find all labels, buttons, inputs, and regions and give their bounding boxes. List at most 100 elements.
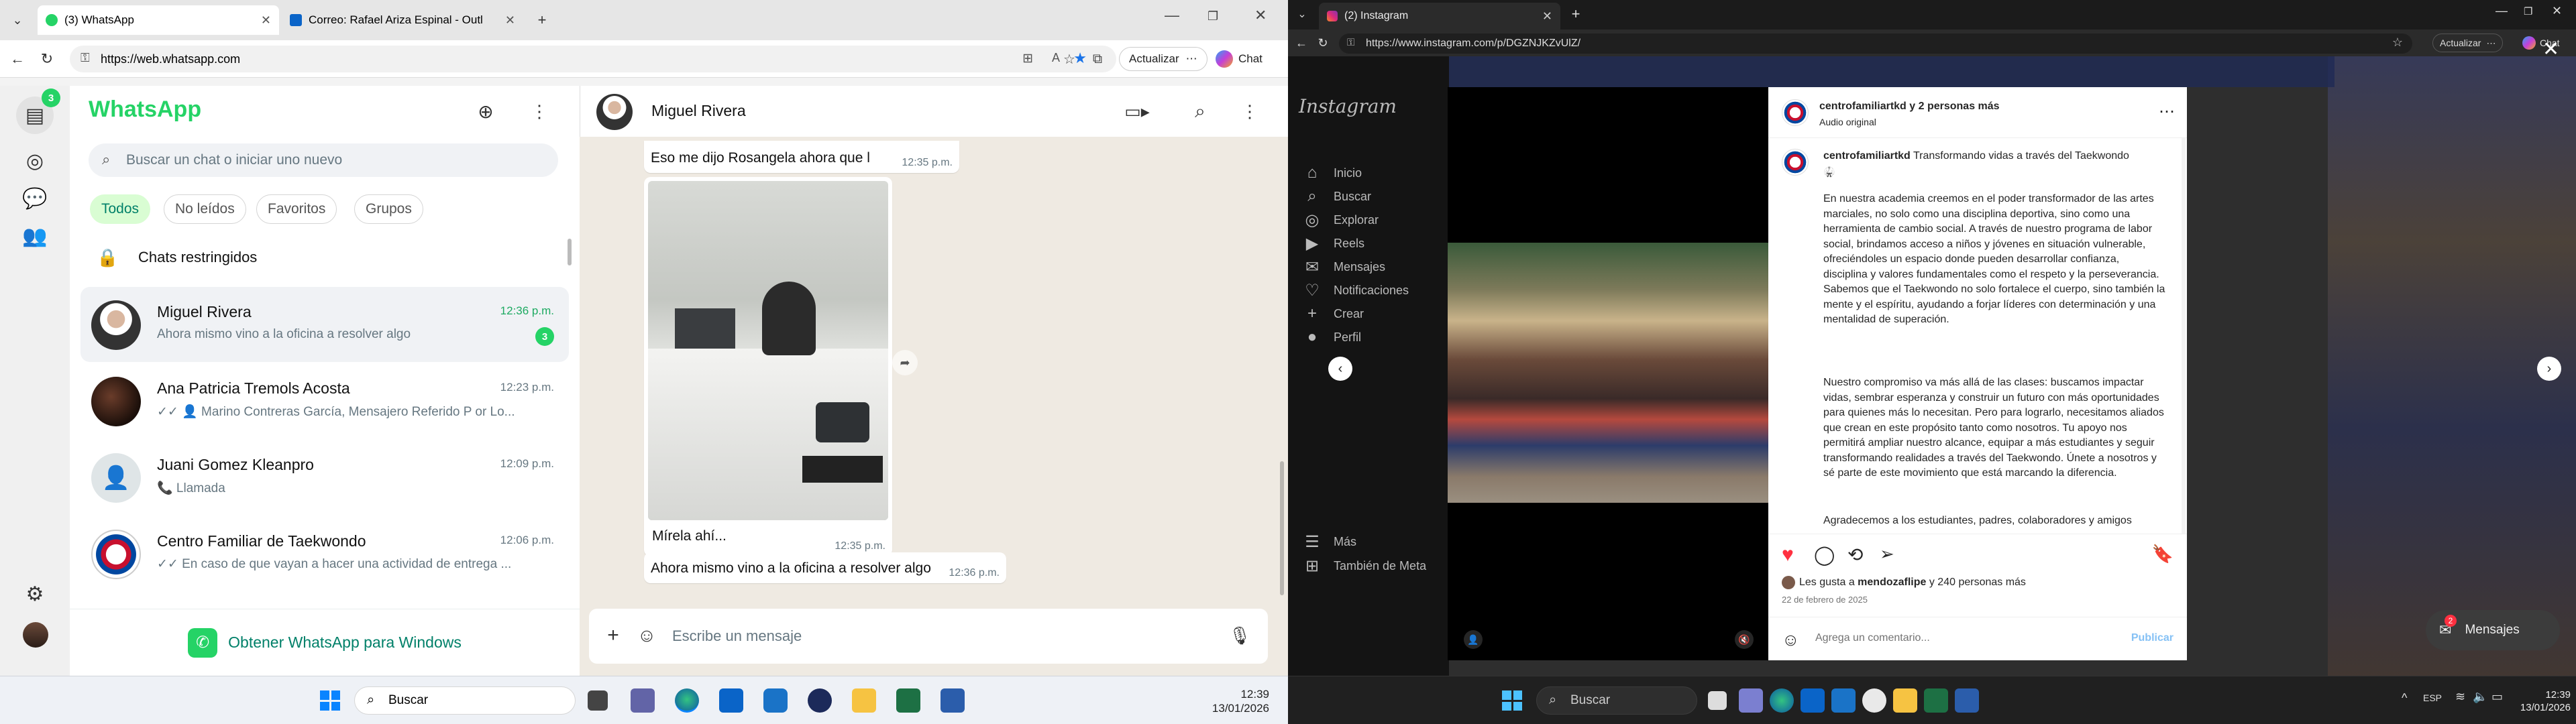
close-modal-icon[interactable]: ✕ [2542, 38, 2559, 61]
nav-reels[interactable]: ▶ Reels [1303, 234, 1364, 253]
outlook-icon[interactable] [1801, 688, 1825, 713]
instagram-logo[interactable]: Instagram [1299, 95, 1397, 117]
post-date[interactable]: 22 de febrero de 2025 [1782, 595, 1868, 605]
share-icon[interactable]: ➢ [1880, 544, 1894, 564]
chat-row-centro-familiar[interactable]: Centro Familiar de Taekwondo 12:06 p.m. … [80, 516, 569, 591]
task-view-icon[interactable] [1708, 691, 1727, 710]
nav-more[interactable]: ☰ Más [1303, 532, 1356, 552]
repost-icon[interactable]: ⟲ [1847, 544, 1863, 566]
new-tab-icon[interactable]: + [1566, 4, 1586, 24]
nav-profile[interactable]: ● Perfil [1303, 328, 1361, 347]
restricted-chats-row[interactable]: 🔒 Chats restringidos [97, 241, 257, 274]
taskbar-clock[interactable]: 12:39 13/01/2026 [1208, 687, 1269, 715]
excel-icon[interactable] [896, 688, 920, 713]
author-coauthors[interactable]: y 2 personas más [1907, 101, 1999, 112]
nav-explore[interactable]: ◎ Explorar [1303, 210, 1379, 230]
scrollbar[interactable] [568, 239, 572, 265]
site-info-icon[interactable]: ⚿ [1347, 37, 1354, 48]
tab-actions-icon[interactable]: ⌄ [1292, 4, 1312, 24]
emoji-icon[interactable]: ☺ [1782, 629, 1800, 650]
filter-unread[interactable]: No leídos [164, 194, 246, 224]
minimize-icon[interactable]: — [2496, 4, 2508, 18]
forward-icon[interactable]: ➦ [892, 350, 918, 375]
close-window-icon[interactable]: ✕ [1254, 7, 1267, 24]
chat-row-miguel-rivera[interactable]: Miguel Rivera 12:36 p.m. Ahora mismo vin… [80, 287, 569, 362]
contact-avatar[interactable] [596, 94, 633, 130]
channels-icon[interactable]: 💬 [20, 184, 50, 213]
post-options-icon[interactable]: ⋯ [2159, 102, 2175, 121]
collections-icon[interactable]: ⧉ [1087, 48, 1108, 70]
comment-input[interactable]: Agrega un comentario... [1815, 632, 1930, 644]
conversation-scrollbar[interactable] [1280, 461, 1284, 595]
publish-button[interactable]: Publicar [2131, 632, 2174, 644]
settings-gear-icon[interactable]: ⚙ [20, 579, 50, 609]
word-icon[interactable] [941, 688, 965, 713]
mute-icon[interactable]: 🔇 [1735, 630, 1754, 649]
photo-office[interactable] [648, 181, 888, 520]
teams-icon[interactable] [631, 688, 655, 713]
caption-username[interactable]: centrofamiliartkd [1823, 150, 1911, 162]
author-username[interactable]: centrofamiliartkd [1819, 101, 1907, 112]
search-icon[interactable]: ⌕ [1187, 98, 1214, 125]
app-icon[interactable] [1862, 688, 1886, 713]
post-media[interactable]: 👤 🔇 [1448, 87, 1768, 660]
video-call-icon[interactable]: ▭▸ [1117, 98, 1157, 125]
word-icon[interactable] [1955, 688, 1979, 713]
nav-search[interactable]: ⌕ Buscar [1303, 187, 1371, 206]
profile-avatar[interactable] [23, 622, 48, 648]
get-windows-app-banner[interactable]: ✆ Obtener WhatsApp para Windows [70, 609, 580, 676]
favorite-star-icon[interactable]: ☆ [2392, 36, 2403, 50]
save-icon[interactable]: 🔖 [2152, 544, 2174, 564]
likes-summary[interactable]: Les gusta a mendozaflipe y 240 personas … [1782, 576, 2026, 589]
nav-notifications[interactable]: ♡ Notificaciones [1303, 281, 1409, 300]
microphone-icon[interactable]: 🎙 [1226, 622, 1253, 649]
refresh-icon[interactable]: ↻ [1313, 34, 1332, 52]
outlook-icon[interactable] [719, 688, 743, 713]
nav-home[interactable]: ⌂ Inicio [1303, 164, 1362, 182]
edge-icon[interactable] [675, 688, 699, 713]
close-tab-icon[interactable]: ✕ [261, 13, 271, 27]
teams-icon[interactable] [1739, 688, 1763, 713]
update-button[interactable]: Actualizar ⋯ [2432, 34, 2504, 52]
filter-favorites[interactable]: Favoritos [256, 194, 337, 224]
emoji-icon[interactable]: ☺ [633, 622, 660, 649]
tab-instagram[interactable]: (2) Instagram ✕ [1319, 3, 1560, 29]
menu-kebab-icon[interactable]: ⋮ [1236, 98, 1263, 125]
chat-row-juani-gomez[interactable]: 👤 Juani Gomez Kleanpro 12:09 p.m. 📞 Llam… [80, 440, 569, 515]
minimize-icon[interactable]: — [1165, 7, 1179, 24]
nav-messages[interactable]: ✉ Mensajes [1303, 257, 1385, 277]
like-icon[interactable]: ♥ [1782, 544, 1794, 566]
favorites-icon[interactable]: ☆ [1059, 48, 1080, 70]
caption-scrollbar[interactable] [2182, 138, 2186, 534]
app-available-icon[interactable]: ⊞ [1022, 51, 1033, 66]
store-icon[interactable] [1831, 688, 1856, 713]
new-tab-icon[interactable]: + [530, 8, 554, 32]
tab-outlook[interactable]: Correo: Rafael Ariza Espinal - Outl ✕ [282, 5, 523, 35]
windows-start-icon[interactable] [318, 688, 342, 713]
url-field[interactable]: ⚿ https://www.instagram.com/p/DGZNJKZvUl… [1339, 34, 2412, 54]
tab-actions-icon[interactable]: ⌄ [5, 8, 30, 32]
previous-post-icon[interactable]: ‹ [1328, 357, 1352, 381]
file-explorer-icon[interactable] [1893, 688, 1917, 713]
image-message-bubble[interactable]: Mírela ahí... 12:35 p.m. [644, 177, 892, 556]
taskbar-clock[interactable]: 12:39 13/01/2026 [2508, 688, 2571, 714]
task-view-icon[interactable] [588, 690, 608, 711]
language-indicator[interactable]: ESP [2423, 692, 2442, 703]
message-input[interactable]: Escribe un mensaje [672, 623, 1195, 649]
message-bubble[interactable]: Eso me dijo Rosangela ahora que la Vi 12… [644, 141, 959, 173]
tag-people-icon[interactable]: 👤 [1464, 630, 1483, 649]
author-line[interactable]: centrofamiliartkd y 2 personas más [1819, 101, 2000, 113]
refresh-icon[interactable]: ↻ [36, 48, 58, 70]
message-bubble[interactable]: Ahora mismo vino a la oficina a resolver… [644, 552, 1006, 583]
file-explorer-icon[interactable] [852, 688, 876, 713]
taskbar-search[interactable]: ⌕ Buscar [354, 686, 576, 715]
restore-icon[interactable]: ❐ [2524, 5, 2532, 17]
next-post-icon[interactable]: › [2537, 357, 2561, 381]
store-icon[interactable] [763, 688, 788, 713]
caption-avatar[interactable] [1782, 149, 1809, 176]
filter-groups[interactable]: Grupos [354, 194, 423, 224]
tab-whatsapp[interactable]: (3) WhatsApp ✕ [38, 5, 279, 35]
communities-icon[interactable]: 👥 [20, 221, 50, 251]
comment-icon[interactable]: ◯ [1814, 544, 1835, 566]
wifi-icon[interactable]: ≋ [2455, 690, 2465, 704]
